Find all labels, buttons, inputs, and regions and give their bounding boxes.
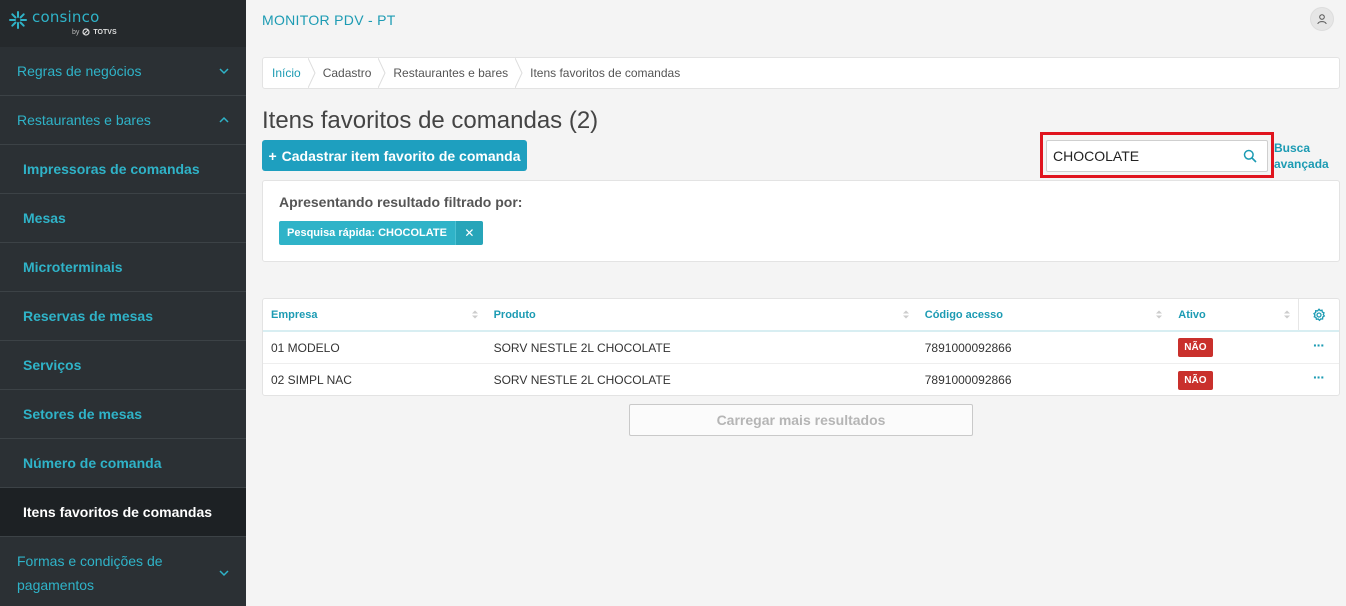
- sidebar-item-label: Formas e condições de pagamentos: [17, 552, 163, 593]
- cell-codigo-acesso: 7891000092866: [924, 340, 1012, 355]
- advanced-search-link[interactable]: Busca avançada: [1274, 140, 1334, 172]
- status-badge: NÃO: [1178, 370, 1213, 390]
- sort-icon: [1156, 310, 1163, 319]
- breadcrumb-current: Itens favoritos de comandas: [522, 58, 694, 88]
- column-label: Código acesso: [924, 308, 1003, 321]
- add-favorite-item-button[interactable]: + Cadastrar item favorito de comanda: [262, 140, 527, 171]
- cell-empresa: 02 SIMPL NAC: [271, 373, 352, 387]
- table-row[interactable]: 02 SIMPL NAC SORV NESTLE 2L CHOCOLATE 78…: [263, 364, 1339, 396]
- cell-actions: ···: [1298, 364, 1339, 396]
- column-label: Produto: [493, 308, 536, 321]
- search-box: [1046, 140, 1268, 172]
- brand-parent: TOTVS: [93, 28, 117, 36]
- cell-ativo: NÃO: [1170, 332, 1298, 363]
- app-title: MONITOR PDV - PT: [262, 12, 396, 28]
- sidebar-item-setores-de-mesas[interactable]: Setores de mesas: [0, 390, 246, 439]
- sidebar-item-numero-de-comanda[interactable]: Número de comanda: [0, 439, 246, 488]
- cell-codigo-acesso: 7891000092866: [924, 373, 1012, 387]
- cell-ativo: NÃO: [1170, 364, 1298, 396]
- sidebar-item-microterminais[interactable]: Microterminais: [0, 243, 246, 292]
- cell-produto: SORV NESTLE 2L CHOCOLATE: [493, 340, 671, 355]
- brand-by: by: [72, 28, 80, 36]
- breadcrumb: Início Cadastro Restaurantes e bares Ite…: [262, 57, 1340, 89]
- sidebar-item-label: Reservas de mesas: [23, 308, 153, 324]
- sidebar-item-restaurantes-e-bares[interactable]: Restaurantes e bares: [0, 96, 246, 145]
- column-label: Empresa: [271, 308, 318, 321]
- sidebar-item-label: Número de comanda: [23, 455, 162, 471]
- sidebar-item-servicos[interactable]: Serviços: [0, 341, 246, 390]
- breadcrumb-label: Restaurantes e bares: [393, 66, 509, 80]
- filter-chip: Pesquisa rápida: CHOCOLATE ✕: [279, 221, 483, 245]
- column-header-produto[interactable]: Produto: [486, 299, 917, 330]
- cell-empresa: 01 MODELO: [271, 340, 340, 355]
- breadcrumb-restaurantes-e-bares[interactable]: Restaurantes e bares: [385, 58, 523, 88]
- table-header: Empresa Produto Código acesso Ativo: [263, 299, 1339, 332]
- load-more-button[interactable]: Carregar mais resultados: [629, 404, 973, 436]
- breadcrumb-cadastro[interactable]: Cadastro: [315, 58, 386, 88]
- cell-actions: ···: [1298, 332, 1339, 363]
- breadcrumb-label: Itens favoritos de comandas: [530, 66, 681, 80]
- sidebar-item-regras-de-negocios[interactable]: Regras de negócios: [0, 47, 246, 96]
- breadcrumb-inicio[interactable]: Início: [263, 58, 316, 88]
- more-actions-icon[interactable]: ···: [1313, 338, 1325, 352]
- sidebar-item-impressoras-de-comandas[interactable]: Impressoras de comandas: [0, 145, 246, 194]
- advanced-search-label: Busca: [1274, 141, 1311, 155]
- cell-produto: SORV NESTLE 2L CHOCOLATE: [493, 373, 671, 387]
- sidebar-item-label: Itens favoritos de comandas: [23, 504, 213, 520]
- sidebar-item-label: Setores de mesas: [23, 406, 143, 422]
- column-header-ativo[interactable]: Ativo: [1170, 299, 1298, 330]
- close-icon[interactable]: ✕: [454, 221, 483, 245]
- more-actions-icon[interactable]: ···: [1313, 370, 1325, 384]
- search-icon[interactable]: [1243, 149, 1257, 163]
- sort-icon: [1284, 310, 1291, 319]
- sort-icon: [902, 310, 909, 319]
- sidebar-item-formas-e-condicoes-de-pagamentos[interactable]: Formas e condições de pagamentos: [0, 537, 246, 606]
- breadcrumb-label: Cadastro: [322, 66, 372, 80]
- user-menu-button[interactable]: [1310, 7, 1334, 31]
- column-header-empresa[interactable]: Empresa: [263, 299, 486, 330]
- sidebar-item-label: Serviços: [23, 357, 82, 373]
- search-input[interactable]: [1047, 148, 1237, 164]
- consinco-logo-icon: [9, 11, 27, 29]
- sidebar-item-mesas[interactable]: Mesas: [0, 194, 246, 243]
- filter-panel: Apresentando resultado filtrado por: Pes…: [262, 180, 1340, 262]
- sidebar-item-reservas-de-mesas[interactable]: Reservas de mesas: [0, 292, 246, 341]
- sidebar-item-label: Restaurantes e bares: [17, 112, 151, 128]
- table-settings-button[interactable]: [1298, 299, 1339, 330]
- add-button-label: Cadastrar item favorito de comanda: [281, 147, 521, 164]
- filter-chip-label: Pesquisa rápida: CHOCOLATE: [279, 221, 455, 245]
- sort-icon: [471, 310, 478, 319]
- results-table: Empresa Produto Código acesso Ativo 01 M…: [262, 298, 1340, 396]
- breadcrumb-label: Início: [272, 66, 301, 80]
- totvs-icon: [82, 28, 91, 36]
- plus-icon: +: [268, 147, 277, 164]
- column-label: Ativo: [1178, 308, 1206, 321]
- sidebar-item-label: Regras de negócios: [17, 63, 142, 79]
- main-content: MONITOR PDV - PT Início Cadastro Restaur…: [246, 0, 1346, 606]
- chevron-up-icon: [219, 116, 229, 123]
- column-header-codigo-acesso[interactable]: Código acesso: [917, 299, 1171, 330]
- sidebar-item-label: Microterminais: [23, 259, 123, 275]
- sidebar: consinco by TOTVS Regras de negócios Res…: [0, 0, 246, 606]
- gear-icon: [1313, 307, 1326, 321]
- chevron-down-icon: [219, 569, 229, 576]
- sidebar-item-itens-favoritos-de-comandas[interactable]: Itens favoritos de comandas: [0, 488, 246, 537]
- brand-logo: consinco by TOTVS: [0, 0, 246, 47]
- sidebar-item-label: Impressoras de comandas: [23, 161, 200, 177]
- sidebar-item-label: Mesas: [23, 210, 66, 226]
- user-icon: [1317, 14, 1327, 25]
- page-title: Itens favoritos de comandas (2): [262, 107, 599, 134]
- filter-title: Apresentando resultado filtrado por:: [279, 194, 523, 210]
- brand-name: consinco: [32, 8, 100, 26]
- advanced-search-label: avançada: [1274, 157, 1329, 171]
- table-row[interactable]: 01 MODELO SORV NESTLE 2L CHOCOLATE 78910…: [263, 332, 1339, 364]
- chevron-down-icon: [219, 68, 229, 75]
- status-badge: NÃO: [1178, 338, 1213, 357]
